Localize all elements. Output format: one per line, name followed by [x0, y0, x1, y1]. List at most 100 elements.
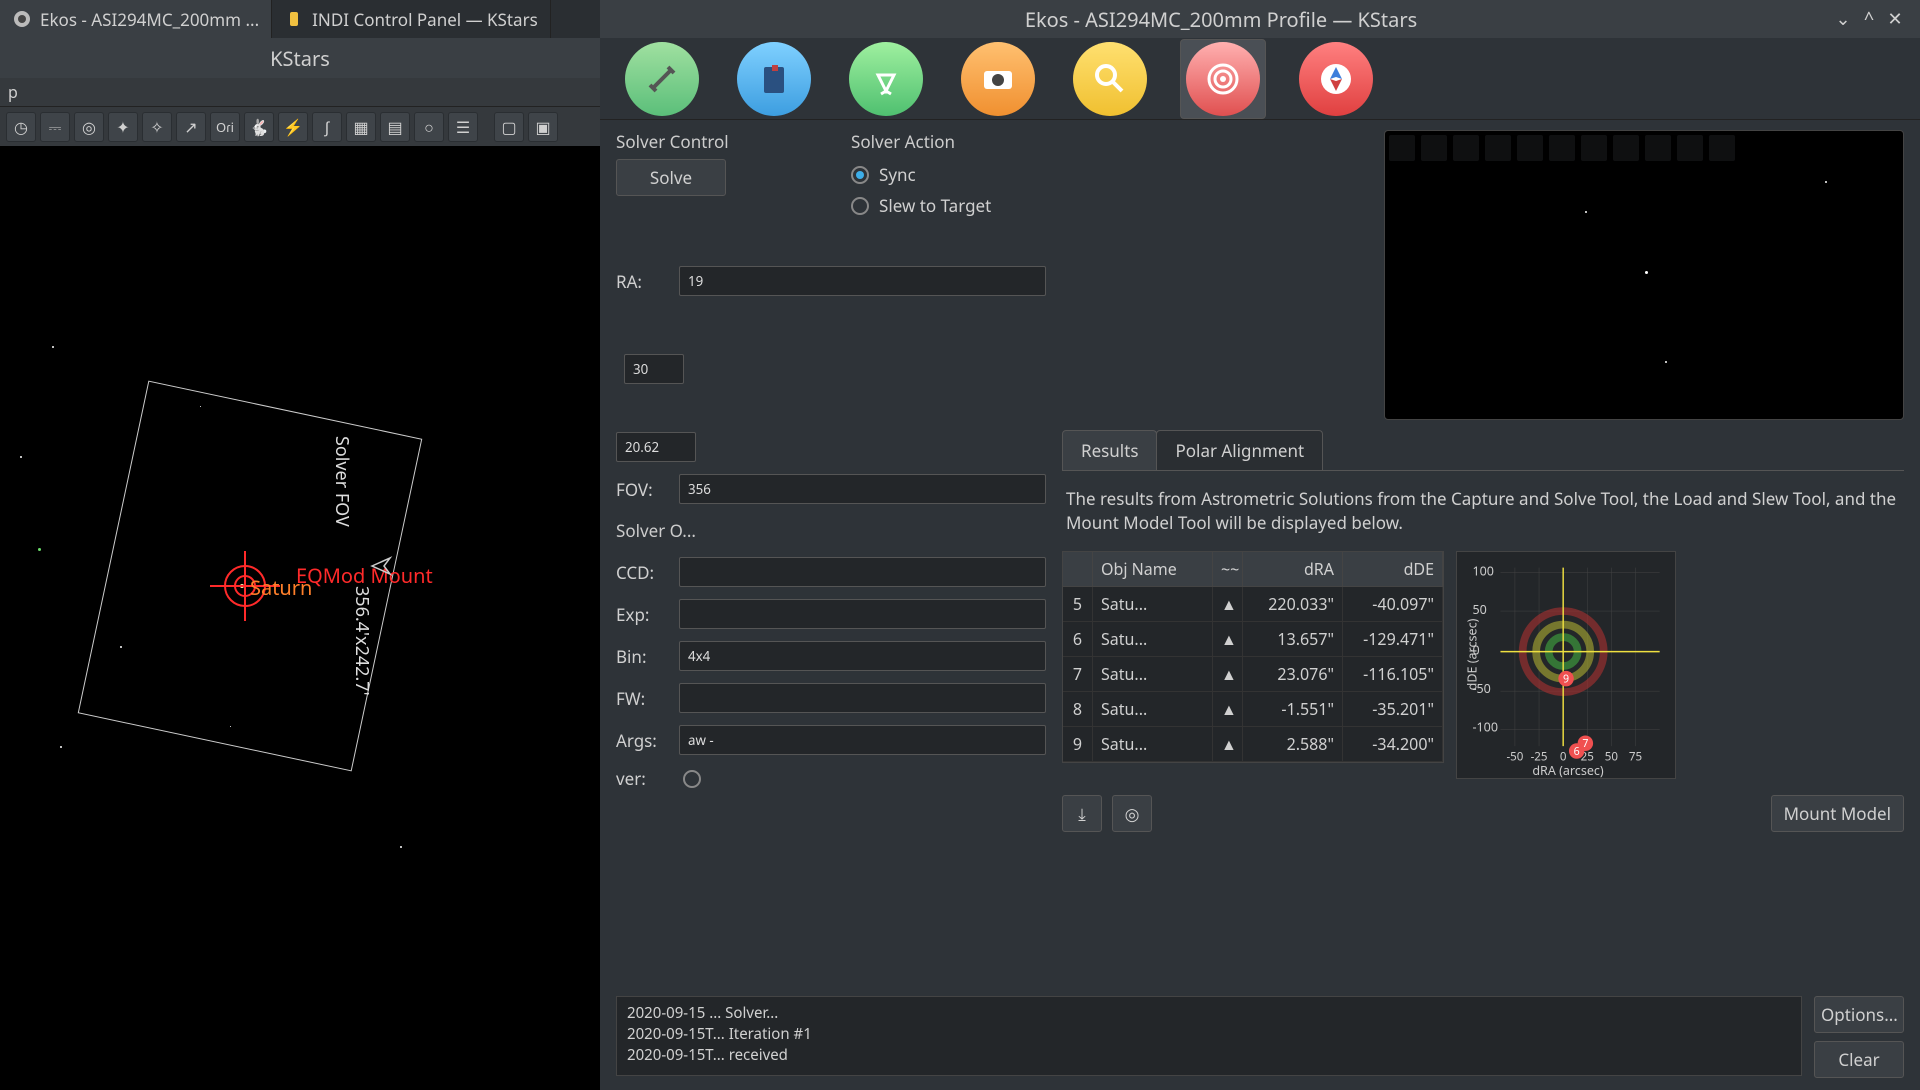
toolbar-curve-icon[interactable]: ∫: [312, 112, 342, 142]
preview-marker-icon[interactable]: [1613, 135, 1639, 161]
table-row[interactable]: 8Satu...▲-1.551"-35.201": [1063, 692, 1443, 727]
fov-label: FOV:: [616, 478, 671, 501]
th-obj[interactable]: Obj Name: [1093, 552, 1213, 586]
options-button[interactable]: Options...: [1814, 996, 1904, 1033]
ekos-window: Ekos - ASI294MC_200mm Profile — KStars ⌄…: [600, 0, 1920, 1090]
table-row[interactable]: 5Satu...▲220.033"-40.097": [1063, 587, 1443, 622]
ccd-select[interactable]: [679, 557, 1046, 587]
cell-dra: 23.076": [1243, 657, 1343, 691]
preview-zoom-fit-icon[interactable]: [1389, 135, 1415, 161]
kstars-menubar[interactable]: p: [0, 78, 600, 106]
cell-dde: -35.201": [1343, 692, 1443, 726]
taskbar-item-ekos[interactable]: Ekos - ASI294MC_200mm ...: [0, 0, 272, 38]
th-idx[interactable]: [1063, 552, 1093, 586]
cell-name: Satu...: [1093, 657, 1213, 691]
tab-guide[interactable]: [1299, 42, 1373, 116]
preview-tool-icon[interactable]: [1645, 135, 1671, 161]
toolbar-grid-icon[interactable]: ▦: [346, 112, 376, 142]
toolbar-target-icon[interactable]: ◎: [74, 112, 104, 142]
value-20-input[interactable]: [616, 432, 696, 462]
preview-target-icon[interactable]: [1709, 135, 1735, 161]
subtab-polar[interactable]: Polar Alignment: [1156, 430, 1323, 470]
exp-label: Exp:: [616, 603, 671, 626]
svg-text:9: 9: [1563, 672, 1569, 686]
sort-up-icon: ▲: [1213, 692, 1243, 726]
args-label: Args:: [616, 729, 671, 752]
ra-input[interactable]: [679, 266, 1046, 296]
toolbar-grid2-icon[interactable]: ▤: [380, 112, 410, 142]
kstars-window: KStars p ◷ ⎓ ◎ ✦ ✧ ↗ Oɾi 🐇 ⚡ ∫ ▦ ▤ ○ ☰ ▢…: [0, 38, 600, 1090]
slew-target-button[interactable]: ◎: [1112, 795, 1152, 832]
result-subtabs: Results Polar Alignment: [1062, 430, 1904, 471]
svg-text:-100: -100: [1472, 718, 1498, 735]
accuracy-input[interactable]: [624, 354, 684, 384]
th-sort[interactable]: ~~: [1213, 552, 1243, 586]
results-description: The results from Astrometric Solutions f…: [1062, 481, 1904, 541]
fov-input[interactable]: [679, 474, 1046, 504]
fw-label: FW:: [616, 687, 671, 710]
toolbar-box-icon[interactable]: ▢: [494, 112, 524, 142]
ekos-title: Ekos - ASI294MC_200mm Profile — KStars: [612, 6, 1830, 33]
th-dra[interactable]: dRA: [1243, 552, 1343, 586]
toolbar-clock-icon[interactable]: ◷: [6, 112, 36, 142]
close-icon[interactable]: ✕: [1882, 6, 1908, 32]
minimize-icon[interactable]: ⌄: [1830, 6, 1856, 32]
tab-scheduler[interactable]: [737, 42, 811, 116]
preview-histo-icon[interactable]: [1677, 135, 1703, 161]
log-line: 2020-09-15 ... Solver...: [627, 1003, 1791, 1024]
align-preview[interactable]: [1384, 130, 1904, 420]
toolbar-circle-icon[interactable]: ○: [414, 112, 444, 142]
exp-input[interactable]: [679, 599, 1046, 629]
preview-star-icon[interactable]: [1581, 135, 1607, 161]
svg-text:50: 50: [1472, 601, 1486, 618]
toolbar-ori-icon[interactable]: Oɾi: [210, 112, 240, 142]
toolbar-link-icon[interactable]: ⎓: [40, 112, 70, 142]
mount-label: EQMod Mount: [296, 562, 433, 589]
toolbar-star-icon[interactable]: ✦: [108, 112, 138, 142]
radio-icon: [851, 166, 869, 184]
clear-button[interactable]: Clear: [1814, 1041, 1904, 1078]
preview-zoom-out-icon[interactable]: [1453, 135, 1479, 161]
preview-grid-icon[interactable]: [1549, 135, 1575, 161]
radio-slew[interactable]: Slew to Target: [851, 190, 1046, 221]
cell-dra: 2.588": [1243, 727, 1343, 761]
tab-mount[interactable]: [849, 42, 923, 116]
preview-stretch-icon[interactable]: [1485, 135, 1511, 161]
svg-text:50: 50: [1605, 749, 1619, 764]
table-row[interactable]: 6Satu...▲13.657"-129.471": [1063, 622, 1443, 657]
tab-align[interactable]: [1186, 42, 1260, 116]
radio-icon[interactable]: [683, 770, 701, 788]
toolbar-list-icon[interactable]: ☰: [448, 112, 478, 142]
preview-crosshair-icon[interactable]: [1517, 135, 1543, 161]
fw-select[interactable]: [679, 683, 1046, 713]
maximize-icon[interactable]: ^: [1856, 6, 1882, 32]
solver-options-title: Solver O...: [616, 519, 1046, 542]
args-input[interactable]: [679, 725, 1046, 755]
table-row[interactable]: 7Satu...▲23.076"-116.105": [1063, 657, 1443, 692]
tab-camera[interactable]: [961, 42, 1035, 116]
toolbar-wand-icon[interactable]: ✧: [142, 112, 172, 142]
preview-zoom-in-icon[interactable]: [1421, 135, 1447, 161]
solve-button[interactable]: Solve: [616, 159, 726, 196]
th-dde[interactable]: dDE: [1343, 552, 1443, 586]
table-row[interactable]: 9Satu...▲2.588"-34.200": [1063, 727, 1443, 762]
toolbar-bolt-icon[interactable]: ⚡: [278, 112, 308, 142]
export-button[interactable]: ⤓: [1062, 795, 1102, 832]
mount-model-button[interactable]: Mount Model: [1771, 795, 1904, 832]
toolbar-rabbit-icon[interactable]: 🐇: [244, 112, 274, 142]
error-scatter-chart: 100 50 0 -50 -100 -50 -25 0 25 50 75: [1456, 551, 1676, 779]
radio-sync[interactable]: Sync: [851, 159, 1046, 190]
bin-input[interactable]: [679, 641, 1046, 671]
tab-focus[interactable]: [1073, 42, 1147, 116]
toolbar-box2-icon[interactable]: ▣: [528, 112, 558, 142]
svg-text:6: 6: [1574, 744, 1580, 758]
subtab-results[interactable]: Results: [1062, 430, 1157, 470]
menubar-item[interactable]: p: [8, 81, 18, 103]
taskbar-item-indi[interactable]: INDI Control Panel — KStars: [272, 0, 551, 38]
ekos-module-tabs: [600, 38, 1920, 120]
tab-setup[interactable]: [625, 42, 699, 116]
sort-up-icon: ▲: [1213, 587, 1243, 621]
toolbar-arrow-icon[interactable]: ↗: [176, 112, 206, 142]
sky-view[interactable]: Solver FOV 356.4'x242.7' Saturn EQMod Mo…: [0, 146, 600, 1090]
radio-icon: [851, 197, 869, 215]
